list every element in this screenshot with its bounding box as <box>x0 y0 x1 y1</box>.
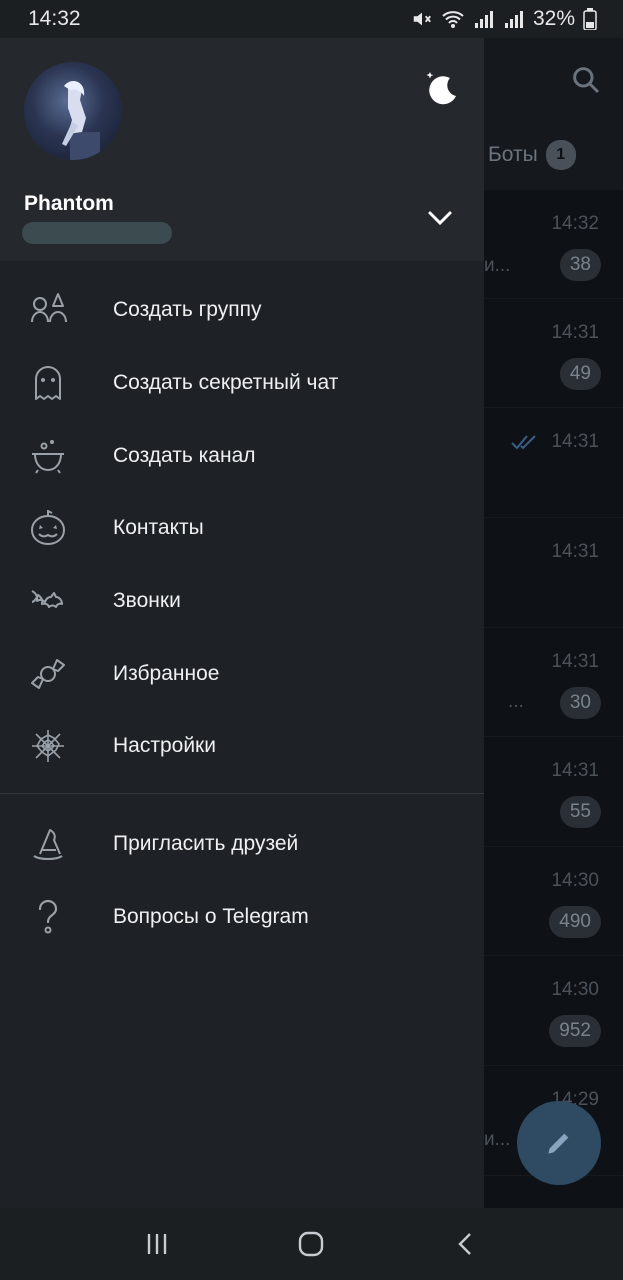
back-icon[interactable] <box>452 1230 480 1258</box>
group-witch-icon <box>31 293 67 323</box>
tab-bots[interactable]: Боты 1 <box>488 140 576 170</box>
chat-row[interactable]: 14:30 952 <box>484 956 623 1066</box>
drawer-header: Phantom <box>0 38 484 261</box>
menu-item-saved-messages[interactable]: Избранное <box>0 637 484 710</box>
pencil-icon <box>548 1133 569 1154</box>
menu-item-invite-friends[interactable]: Пригласить друзей <box>0 808 484 881</box>
tab-bots-count: 1 <box>545 140 576 170</box>
bat-icon <box>31 590 63 609</box>
menu-item-calls[interactable]: Звонки <box>0 565 484 638</box>
chat-row[interactable]: 14:31 <box>484 518 623 628</box>
night-mode-toggle-icon[interactable] <box>420 68 460 108</box>
menu-item-new-channel[interactable]: Создать канал <box>0 419 484 492</box>
chat-row[interactable]: 14:31 55 <box>484 737 623 847</box>
menu-item-telegram-faq[interactable]: Вопросы о Telegram <box>0 881 484 954</box>
navigation-drawer: Phantom Создать группу Создать секретный… <box>0 38 484 1208</box>
menu-item-label: Создать группу <box>113 298 262 322</box>
menu-item-label: Звонки <box>113 589 181 613</box>
drawer-menu: Создать группу Создать секретный чат Соз… <box>0 274 484 783</box>
menu-item-label: Контакты <box>113 516 204 540</box>
battery-percent: 32% <box>532 7 575 30</box>
chat-row[interactable]: 14:31 ... 30 <box>484 628 623 737</box>
home-icon[interactable] <box>296 1229 326 1259</box>
search-icon[interactable] <box>570 64 602 96</box>
chat-row[interactable]: 14:31 <box>484 408 623 518</box>
chevron-down-icon[interactable] <box>424 202 456 234</box>
pumpkin-icon <box>30 510 66 546</box>
menu-item-label: Избранное <box>113 661 220 685</box>
menu-item-label: Пригласить друзей <box>113 832 299 856</box>
menu-item-label: Создать секретный чат <box>113 371 339 395</box>
cauldron-icon <box>32 439 64 474</box>
tab-bots-label: Боты <box>488 143 538 166</box>
chat-row[interactable]: 14:30 490 <box>484 847 623 956</box>
menu-item-settings[interactable]: Настройки <box>0 710 484 783</box>
menu-divider <box>0 793 484 794</box>
user-name: Phantom <box>24 192 114 215</box>
menu-item-label: Вопросы о Telegram <box>113 905 309 929</box>
recent-apps-icon[interactable] <box>143 1230 171 1258</box>
avatar-figure <box>62 81 100 160</box>
menu-item-new-group[interactable]: Создать группу <box>0 274 484 347</box>
candy-icon <box>31 658 65 689</box>
chat-row[interactable]: 14:31 49 <box>484 299 623 408</box>
spiderweb-icon <box>32 730 64 763</box>
signal-icon <box>504 11 523 28</box>
system-navigation-bar <box>0 1208 623 1280</box>
witch-hat-icon <box>33 829 63 861</box>
battery-icon <box>583 8 597 30</box>
compose-button[interactable] <box>517 1101 601 1185</box>
read-checkmarks-icon <box>511 435 536 450</box>
drawer-menu-secondary: Пригласить друзей Вопросы о Telegram <box>0 808 484 953</box>
status-time: 14:32 <box>28 7 81 30</box>
wifi-icon <box>442 11 464 28</box>
mute-icon <box>413 12 431 26</box>
user-phone-redacted <box>22 222 172 244</box>
avatar[interactable] <box>24 62 122 160</box>
question-icon <box>38 899 58 934</box>
menu-item-label: Настройки <box>113 734 216 758</box>
menu-item-secret-chat[interactable]: Создать секретный чат <box>0 347 484 420</box>
menu-item-contacts[interactable]: Контакты <box>0 492 484 565</box>
ghost-icon <box>35 366 61 401</box>
menu-item-label: Создать канал <box>113 443 256 467</box>
status-bar: 14:32 32% <box>0 0 623 38</box>
chat-row[interactable]: 14:32 и... 38 <box>484 190 623 299</box>
signal-icon <box>474 11 493 28</box>
